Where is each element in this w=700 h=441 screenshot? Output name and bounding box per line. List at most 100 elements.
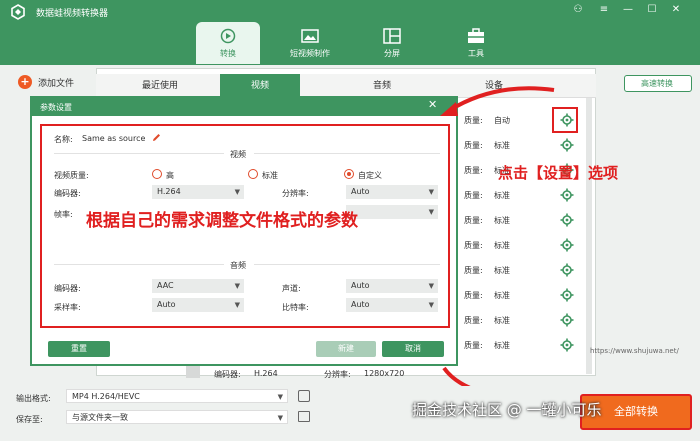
tab-audio[interactable]: 音频: [342, 74, 422, 98]
gear-icon[interactable]: [558, 186, 576, 204]
split-screen-icon: [383, 28, 401, 44]
list-item[interactable]: 质量: 标准: [464, 257, 590, 284]
toolbox-icon: [468, 28, 484, 43]
cancel-button[interactable]: 取消: [382, 341, 444, 357]
resolution-select[interactable]: Auto ▼: [346, 185, 438, 199]
fast-convert-label: 高速转换: [641, 79, 673, 88]
file-resolution-value: 1280x720: [364, 369, 405, 378]
quality-label: 质量:: [464, 166, 483, 175]
quality-label: 质量:: [464, 291, 483, 300]
gear-icon[interactable]: [558, 336, 576, 354]
tab-tools[interactable]: 工具: [444, 22, 508, 64]
quality-high-label: 高: [166, 171, 174, 180]
gear-icon[interactable]: [558, 286, 576, 304]
reset-button[interactable]: 重置: [48, 341, 110, 357]
quality-label: 质量:: [464, 316, 483, 325]
list-item[interactable]: 质量: 标准: [464, 332, 590, 359]
gear-icon[interactable]: [558, 261, 576, 279]
gear-icon[interactable]: [558, 211, 576, 229]
account-icon[interactable]: ⚇: [570, 3, 586, 17]
quality-standard-label: 标准: [262, 171, 278, 180]
save-to-select[interactable]: 与源文件夹一致 ▼: [66, 410, 288, 424]
tab-recent[interactable]: 最近使用: [120, 74, 200, 98]
list-item[interactable]: 质量: 标准: [464, 232, 590, 259]
list-item[interactable]: 质量: 标准: [464, 182, 590, 209]
settings-icon[interactable]: [298, 390, 310, 402]
maximize-button[interactable]: ☐: [644, 3, 660, 17]
chevron-down-icon: ▼: [428, 188, 434, 196]
output-format-value: MP4 H.264/HEVC: [72, 392, 140, 401]
audio-encoder-select[interactable]: AAC ▼: [152, 279, 244, 293]
add-file-button[interactable]: + 添加文件: [18, 75, 74, 89]
save-to-label: 保存至:: [16, 415, 43, 424]
quality-label: 质量:: [464, 141, 483, 150]
bitrate-select[interactable]: Auto ▼: [346, 298, 438, 312]
tab-split-screen[interactable]: 分屏: [360, 22, 424, 64]
file-resolution-label: 分辨率:: [324, 370, 351, 379]
channel-select[interactable]: Auto ▼: [346, 279, 438, 293]
resolution-value: Auto: [351, 187, 370, 196]
gear-icon[interactable]: [558, 136, 576, 154]
chevron-down-icon: ▼: [234, 188, 240, 196]
dialog-header: [30, 96, 458, 116]
gear-icon[interactable]: [558, 311, 576, 329]
menu-icon[interactable]: ≡: [596, 3, 612, 17]
video-quality-label: 视频质量:: [54, 171, 89, 180]
save-to-value: 与源文件夹一致: [72, 413, 128, 422]
encoder-value: H.264: [157, 187, 181, 196]
tab-convert[interactable]: 转换: [196, 22, 260, 64]
close-button[interactable]: ✕: [668, 3, 684, 17]
quality-high-radio[interactable]: [152, 169, 162, 179]
tab-tools-label: 工具: [468, 49, 484, 58]
create-button[interactable]: 新建: [316, 341, 376, 357]
quality-value: 标准: [494, 191, 510, 200]
quality-custom-radio[interactable]: [344, 169, 354, 179]
quality-value: 标准: [494, 316, 510, 325]
channel-value: Auto: [351, 281, 370, 290]
samplerate-select[interactable]: Auto ▼: [152, 298, 244, 312]
annotation-setting: 点击【设置】选项: [498, 164, 619, 182]
name-value: Same as source: [82, 134, 146, 143]
annotation-arrow-icon: [440, 86, 555, 116]
quality-value: 标准: [494, 216, 510, 225]
quality-value: 标准: [494, 241, 510, 250]
quality-value: 标准: [494, 266, 510, 275]
tab-video[interactable]: 视频: [220, 74, 300, 98]
edit-pencil-icon[interactable]: [152, 133, 161, 142]
divider: [254, 153, 440, 154]
quality-label: 质量:: [464, 191, 483, 200]
list-item[interactable]: 质量: 标准: [464, 132, 590, 159]
chevron-down-icon: ▼: [277, 414, 283, 422]
quality-label: 质量:: [464, 216, 483, 225]
folder-icon[interactable]: [298, 411, 310, 422]
file-encoder-label: 编码器:: [214, 370, 241, 379]
resolution-label: 分辨率:: [282, 189, 309, 198]
list-item[interactable]: 质量: 标准: [464, 307, 590, 334]
minimize-button[interactable]: —: [620, 3, 636, 17]
audio-encoder-value: AAC: [157, 281, 174, 290]
fast-convert-toggle[interactable]: 高速转换: [624, 75, 692, 92]
output-format-select[interactable]: MP4 H.264/HEVC ▼: [66, 389, 288, 403]
output-format-label: 输出格式:: [16, 394, 51, 403]
add-file-label: 添加文件: [38, 79, 75, 89]
tab-split-screen-label: 分屏: [384, 49, 400, 58]
quality-value: 标准: [494, 141, 510, 150]
encoder-select[interactable]: H.264 ▼: [152, 185, 244, 199]
chevron-down-icon: ▼: [428, 301, 434, 309]
samplerate-value: Auto: [157, 300, 176, 309]
tab-convert-label: 转换: [220, 49, 236, 58]
tab-short-video[interactable]: 短视频制作: [278, 22, 342, 64]
quality-custom-label: 自定义: [358, 171, 382, 180]
quality-standard-radio[interactable]: [248, 169, 258, 179]
list-item[interactable]: 质量: 标准: [464, 207, 590, 234]
bitrate-video-select[interactable]: ▼: [346, 205, 438, 219]
list-item[interactable]: 质量: 标准: [464, 282, 590, 309]
quality-value: 标准: [494, 291, 510, 300]
annotation-main: 根据自己的需求调整文件格式的参数: [86, 211, 358, 231]
chevron-down-icon: ▼: [428, 208, 434, 216]
gear-icon[interactable]: [558, 236, 576, 254]
plus-icon: +: [18, 75, 32, 89]
chevron-down-icon: ▼: [234, 301, 240, 309]
quality-label: 质量:: [464, 266, 483, 275]
video-section-title: 视频: [230, 150, 246, 159]
